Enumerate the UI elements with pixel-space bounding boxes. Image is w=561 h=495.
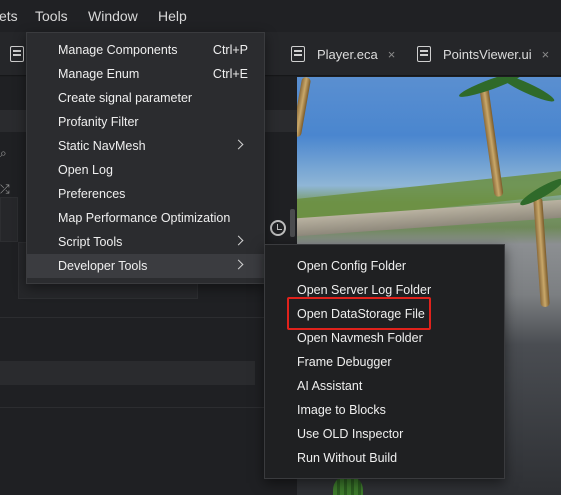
tab-player-eca[interactable]: Player.eca × [291, 32, 395, 76]
script-file-icon [10, 46, 24, 62]
menu-item-label: Developer Tools [58, 259, 148, 273]
tools-menu: Manage Components Ctrl+P Manage Enum Ctr… [26, 32, 265, 284]
scrollbar[interactable] [290, 209, 295, 237]
menu-item-label: Manage Components [58, 43, 178, 57]
ui-file-icon [417, 46, 431, 62]
menu-item-open-log[interactable]: Open Log [27, 158, 264, 182]
search-icon[interactable]: ⌕ [0, 146, 7, 161]
palm-frond [497, 77, 557, 106]
menu-item-label: Profanity Filter [58, 115, 139, 129]
divider [0, 317, 297, 318]
panel-row[interactable] [0, 361, 255, 385]
menu-item-developer-tools[interactable]: Developer Tools [27, 254, 264, 278]
submenu-item-run-without-build[interactable]: Run Without Build [265, 446, 504, 470]
menu-assets[interactable]: ets [0, 8, 18, 24]
chevron-right-icon [233, 235, 244, 246]
menu-item-create-signal-parameter[interactable]: Create signal parameter [27, 86, 264, 110]
menu-item-manage-enum[interactable]: Manage Enum Ctrl+E [27, 62, 264, 86]
tab-label: Player.eca [317, 46, 378, 62]
menu-item-static-navmesh[interactable]: Static NavMesh [27, 134, 264, 158]
submenu-item-frame-debugger[interactable]: Frame Debugger [265, 350, 504, 374]
divider [0, 407, 297, 408]
chevron-right-icon [233, 139, 244, 150]
menu-item-label: Script Tools [58, 235, 123, 249]
menu-item-map-performance-optimization[interactable]: Map Performance Optimization [27, 206, 264, 230]
menu-window[interactable]: Window [88, 8, 138, 24]
submenu-item-ai-assistant[interactable]: AI Assistant [265, 374, 504, 398]
shortcut-label: Ctrl+E [212, 67, 248, 81]
menu-item-label: Create signal parameter [58, 91, 193, 105]
close-icon[interactable]: × [388, 47, 396, 62]
chevron-right-icon [233, 259, 244, 270]
submenu-item-use-old-inspector[interactable]: Use OLD Inspector [265, 422, 504, 446]
script-file-icon [291, 46, 305, 62]
shuffle-icon[interactable]: ⤮ [0, 182, 10, 197]
shortcut-label: Ctrl+P [212, 43, 248, 57]
developer-tools-submenu: Open Config Folder Open Server Log Folde… [264, 244, 505, 479]
panel-block [0, 197, 18, 242]
submenu-item-open-config-folder[interactable]: Open Config Folder [265, 254, 504, 278]
tab-label: PointsViewer.ui [443, 46, 532, 62]
menu-item-preferences[interactable]: Preferences [27, 182, 264, 206]
menu-help[interactable]: Help [158, 8, 187, 24]
menu-item-label: Static NavMesh [58, 139, 146, 153]
history-icon[interactable] [270, 220, 286, 236]
menu-item-label: Manage Enum [58, 67, 140, 81]
tab-pointsviewer-ui[interactable]: PointsViewer.ui × [417, 32, 549, 76]
menu-item-label: Map Performance Optimization [58, 211, 231, 225]
close-icon[interactable]: × [542, 47, 550, 62]
menu-item-profanity-filter[interactable]: Profanity Filter [27, 110, 264, 134]
palm-trunk [297, 77, 312, 138]
menu-tools[interactable]: Tools [35, 8, 68, 24]
menu-item-script-tools[interactable]: Script Tools [27, 230, 264, 254]
submenu-item-image-to-blocks[interactable]: Image to Blocks [265, 398, 504, 422]
menu-item-manage-components[interactable]: Manage Components Ctrl+P [27, 38, 264, 62]
menu-item-label: Open Log [58, 163, 113, 177]
menu-bar: ets Tools Window Help [0, 0, 561, 32]
highlight-annotation [287, 297, 431, 330]
menu-item-label: Preferences [58, 187, 126, 201]
